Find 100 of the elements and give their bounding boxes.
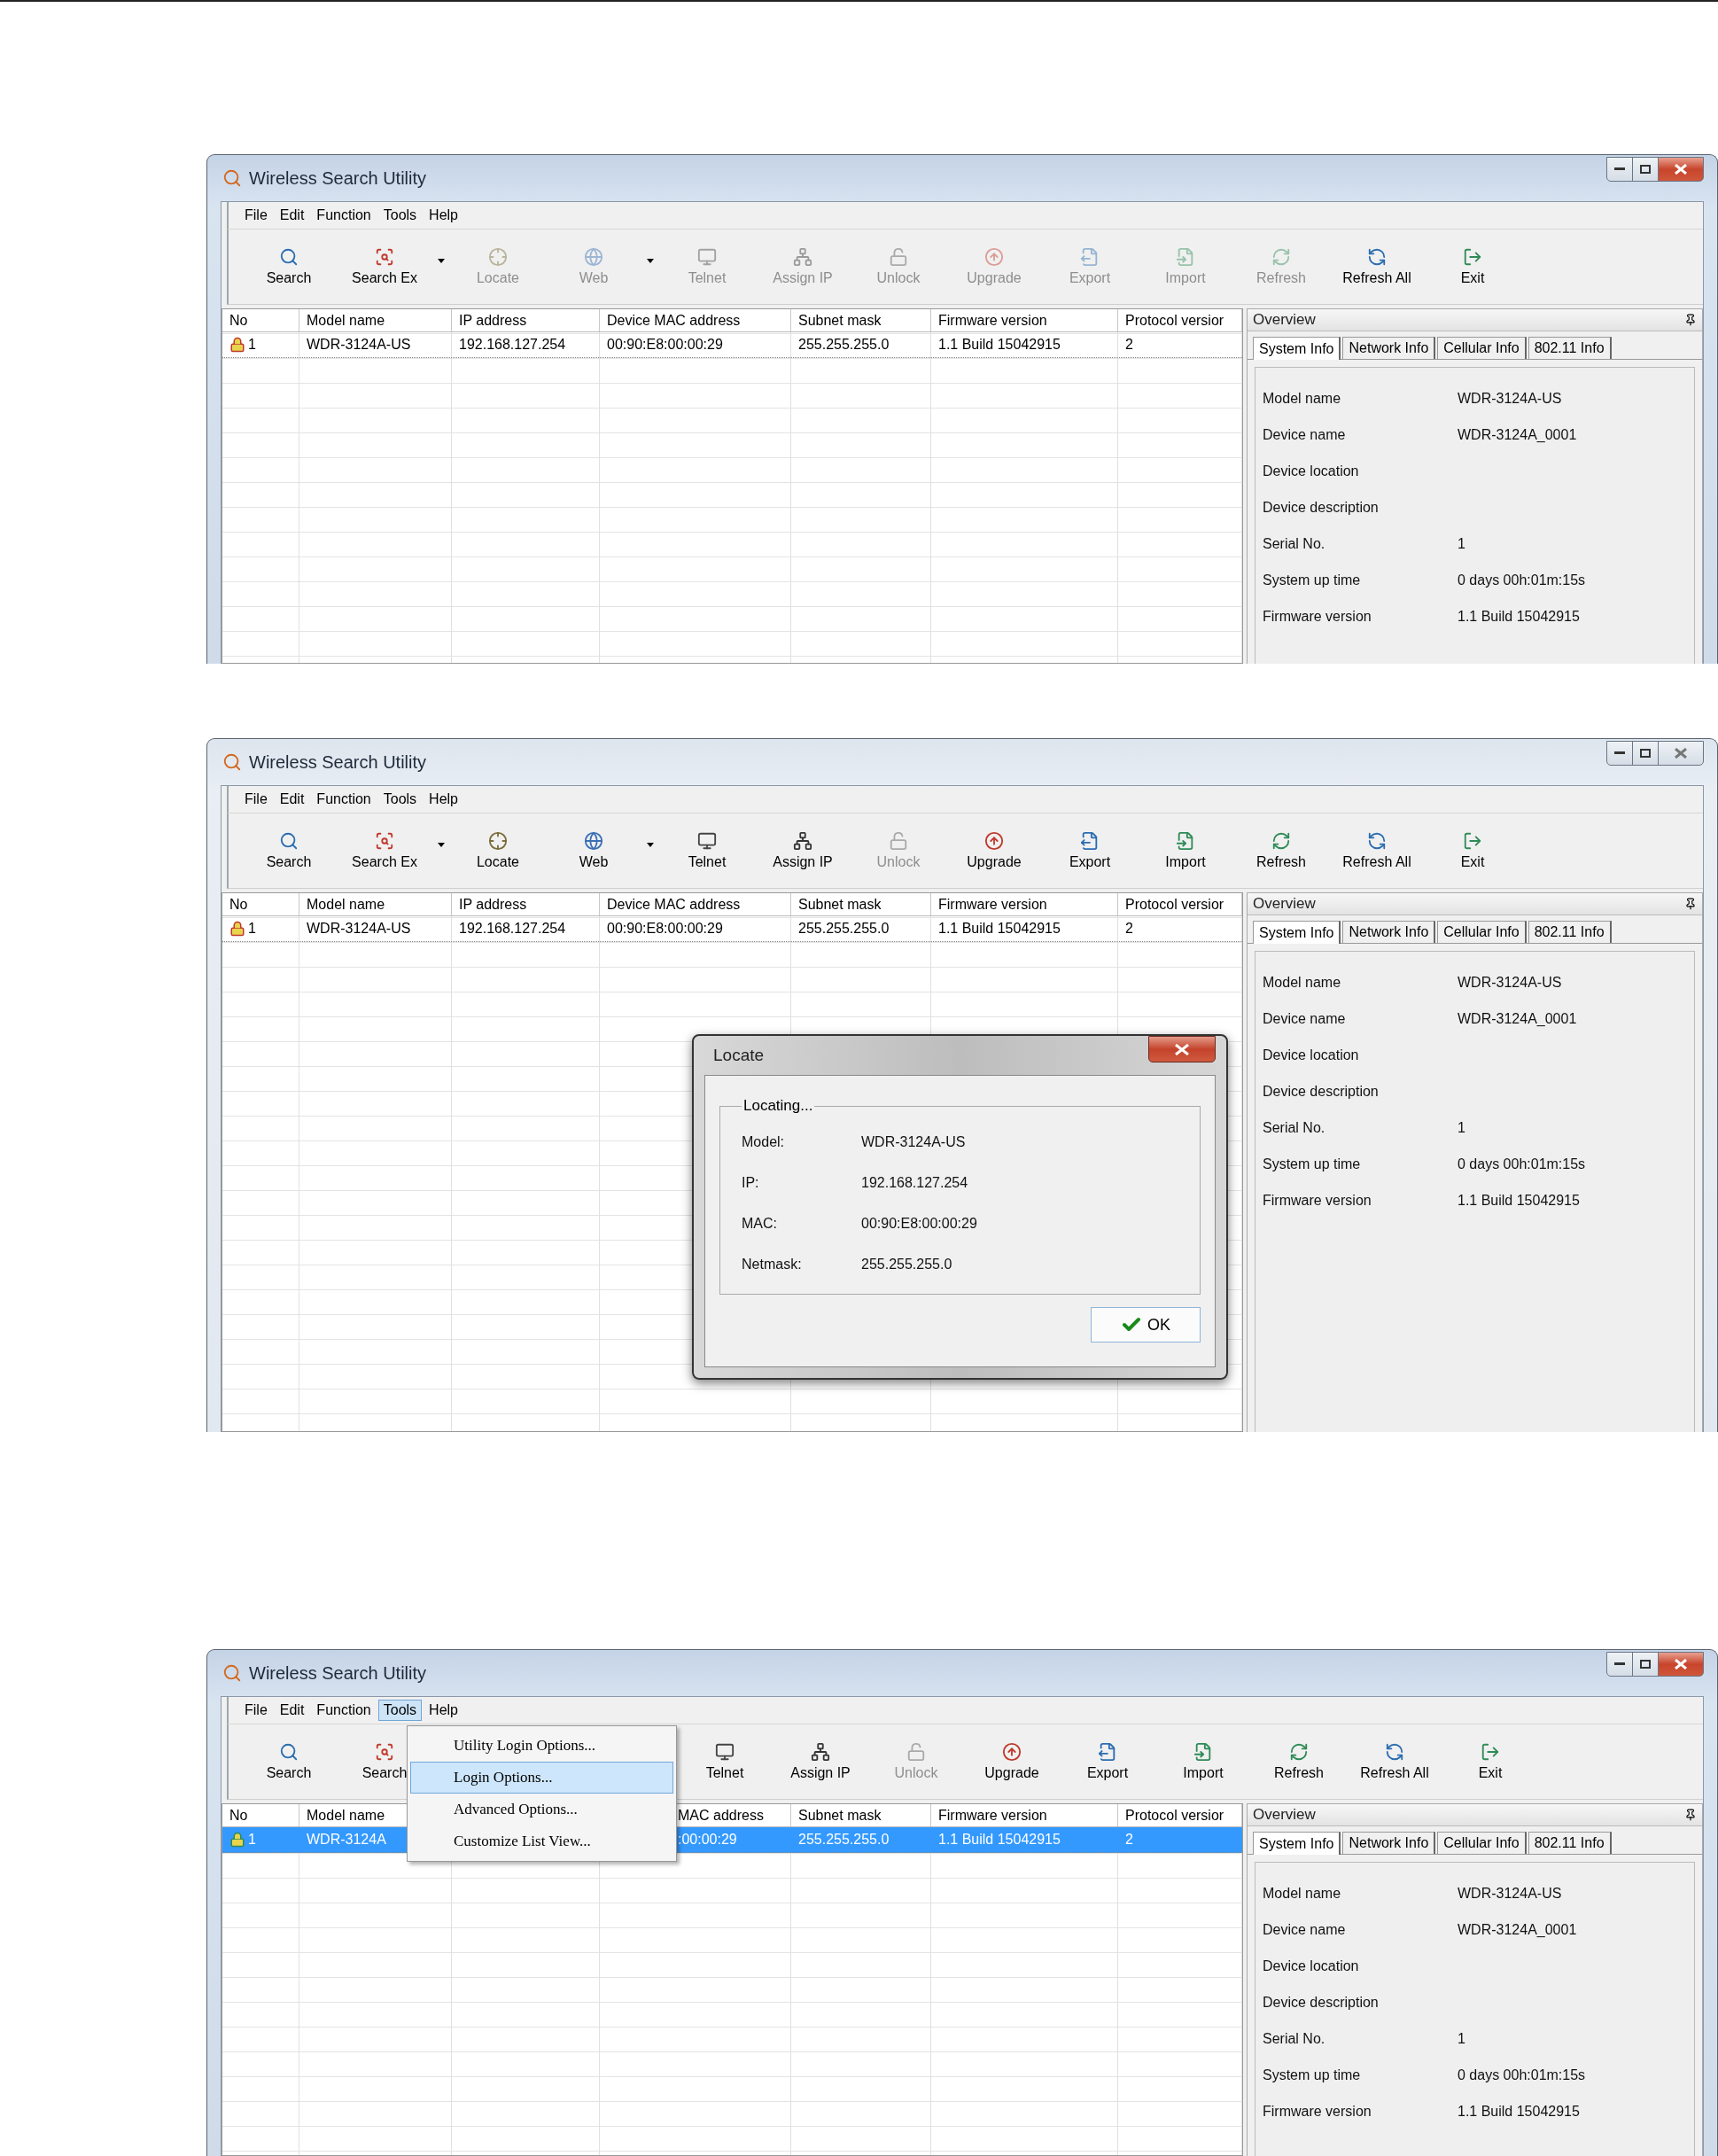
menu-item[interactable]: Help [424,205,463,226]
column-header[interactable]: Firmware version [931,309,1118,331]
menu-item[interactable]: Function [311,205,377,226]
toolbar-button[interactable]: Refresh All [1329,823,1425,878]
column-header[interactable]: IP address [452,309,600,331]
magnifier-icon [279,1742,299,1762]
minimize-button[interactable] [1606,741,1633,766]
minimize-button[interactable] [1606,157,1633,182]
table-row[interactable]: 1 WDR-3124A-US 192.168.127.254 00:90:E8:00:00:29 255.255.255.0 1.1 Build 15042915 2 [222,332,1242,358]
menu-item[interactable]: File [239,1700,273,1721]
close-icon [1675,748,1687,759]
pin-icon[interactable] [1684,898,1697,910]
tab[interactable]: System Info [1253,1832,1341,1855]
field-label: Model name [1263,1885,1342,1902]
field-value: WDR-3124A_0001 [1458,1010,1578,1027]
toolbar-button[interactable]: Telnet [659,823,755,878]
tab[interactable]: 802.11 Info [1528,337,1612,359]
toolbar-button[interactable]: Exit [1442,1734,1538,1789]
column-header[interactable]: Device MAC address [600,309,791,331]
toolbar-button[interactable]: Import [1138,823,1233,878]
column-header[interactable]: No [222,1804,299,1826]
tab[interactable]: Network Info [1342,337,1436,359]
toolbar-button[interactable]: Search Ex [337,239,432,294]
close-button[interactable] [1148,1036,1216,1062]
column-header[interactable]: Firmware version [931,1804,1118,1826]
field-value: 1 [1458,2030,1466,2047]
toolbar-button[interactable]: Telnet [677,1734,773,1789]
toolbar-button[interactable]: Upgrade [964,1734,1060,1789]
field-label: Device description [1263,499,1380,516]
menu-item[interactable]: File [239,789,273,810]
maximize-button[interactable] [1632,157,1659,182]
column-header[interactable]: Subnet mask [791,309,931,331]
tab[interactable]: Cellular Info [1437,1832,1527,1854]
refresh-icon [1289,1742,1309,1762]
toolbar-button[interactable]: Exit [1425,823,1520,878]
toolbar-button[interactable]: Refresh All [1347,1734,1442,1789]
column-header[interactable]: Subnet mask [791,1804,931,1826]
close-button[interactable] [1658,157,1704,182]
tab[interactable]: Network Info [1342,1832,1436,1854]
tab[interactable]: 802.11 Info [1528,921,1612,943]
field-label: Netmask: [742,1257,803,1273]
pin-icon[interactable] [1684,1809,1697,1821]
menu-item[interactable]: Help [424,1700,463,1721]
tab[interactable]: Cellular Info [1437,337,1527,359]
menu-item[interactable]: File [239,205,273,226]
table-row[interactable]: 1 WDR-3124A-US 192.168.127.254 00:90:E8:00:00:29 255.255.255.0 1.1 Build 15042915 2 [222,916,1242,942]
menu-item[interactable]: Edit [274,205,310,226]
menu-item[interactable]: Function [311,1700,377,1721]
menu-item[interactable]: Help [424,789,463,810]
column-header[interactable]: Protocol versior [1118,1804,1242,1826]
tab[interactable]: Network Info [1342,921,1436,943]
menu-item[interactable]: Tools [377,789,423,810]
menu-item[interactable]: Edit [274,1700,310,1721]
column-header[interactable]: Subnet mask [791,893,931,915]
toolbar-button[interactable]: Assign IP [773,1734,868,1789]
column-header[interactable]: Protocol versior [1118,309,1242,331]
field-label: Firmware version [1263,1192,1372,1209]
ok-button[interactable]: OK [1091,1307,1201,1343]
toolbar-button[interactable]: Refresh [1251,1734,1347,1789]
column-header[interactable]: Model name [299,309,452,331]
toolbar-button[interactable]: Search [241,823,337,878]
maximize-button[interactable] [1632,741,1659,766]
column-header[interactable]: Firmware version [931,893,1118,915]
toolbar-button[interactable]: Assign IP [755,823,851,878]
toolbar-button[interactable]: Refresh All [1329,239,1425,294]
minimize-button[interactable] [1606,1652,1633,1677]
tab[interactable]: System Info [1253,921,1341,944]
toolbar-button[interactable]: Upgrade [946,823,1042,878]
menu-item[interactable]: Tools [377,205,423,226]
column-header[interactable]: No [222,893,299,915]
toolbar-button[interactable]: Search [241,1734,337,1789]
tab[interactable]: System Info [1253,337,1341,360]
menu-item[interactable]: Function [311,789,377,810]
pin-icon[interactable] [1684,314,1697,326]
toolbar-button[interactable]: Locate [450,823,546,878]
toolbar-button[interactable]: Export [1060,1734,1155,1789]
menu-item[interactable]: Tools [377,1700,423,1721]
toolbar-button[interactable]: Export [1042,823,1138,878]
menu-option[interactable]: Login Options... [410,1762,673,1794]
column-header[interactable]: Device MAC address [600,893,791,915]
column-header[interactable]: Protocol versior [1118,893,1242,915]
column-header[interactable]: Model name [299,893,452,915]
toolbar-button[interactable]: Refresh [1233,823,1329,878]
maximize-button[interactable] [1632,1652,1659,1677]
close-button[interactable] [1658,1652,1704,1677]
tab[interactable]: 802.11 Info [1528,1832,1612,1854]
toolbar-button[interactable]: Exit [1425,239,1520,294]
maximize-icon [1640,165,1651,174]
toolbar-button[interactable]: Web [546,823,641,878]
menu-item[interactable]: Edit [274,789,310,810]
column-header[interactable]: No [222,309,299,331]
scan-magnifier-icon [375,247,394,267]
toolbar-button[interactable]: Search Ex [337,823,432,878]
column-header[interactable]: IP address [452,893,600,915]
toolbar-button[interactable]: Search [241,239,337,294]
scan-magnifier-icon [375,831,394,851]
tab[interactable]: Cellular Info [1437,921,1527,943]
field-label: Model: [742,1134,786,1150]
table-cell-text: 2 [1124,920,1134,938]
toolbar-button[interactable]: Import [1155,1734,1251,1789]
